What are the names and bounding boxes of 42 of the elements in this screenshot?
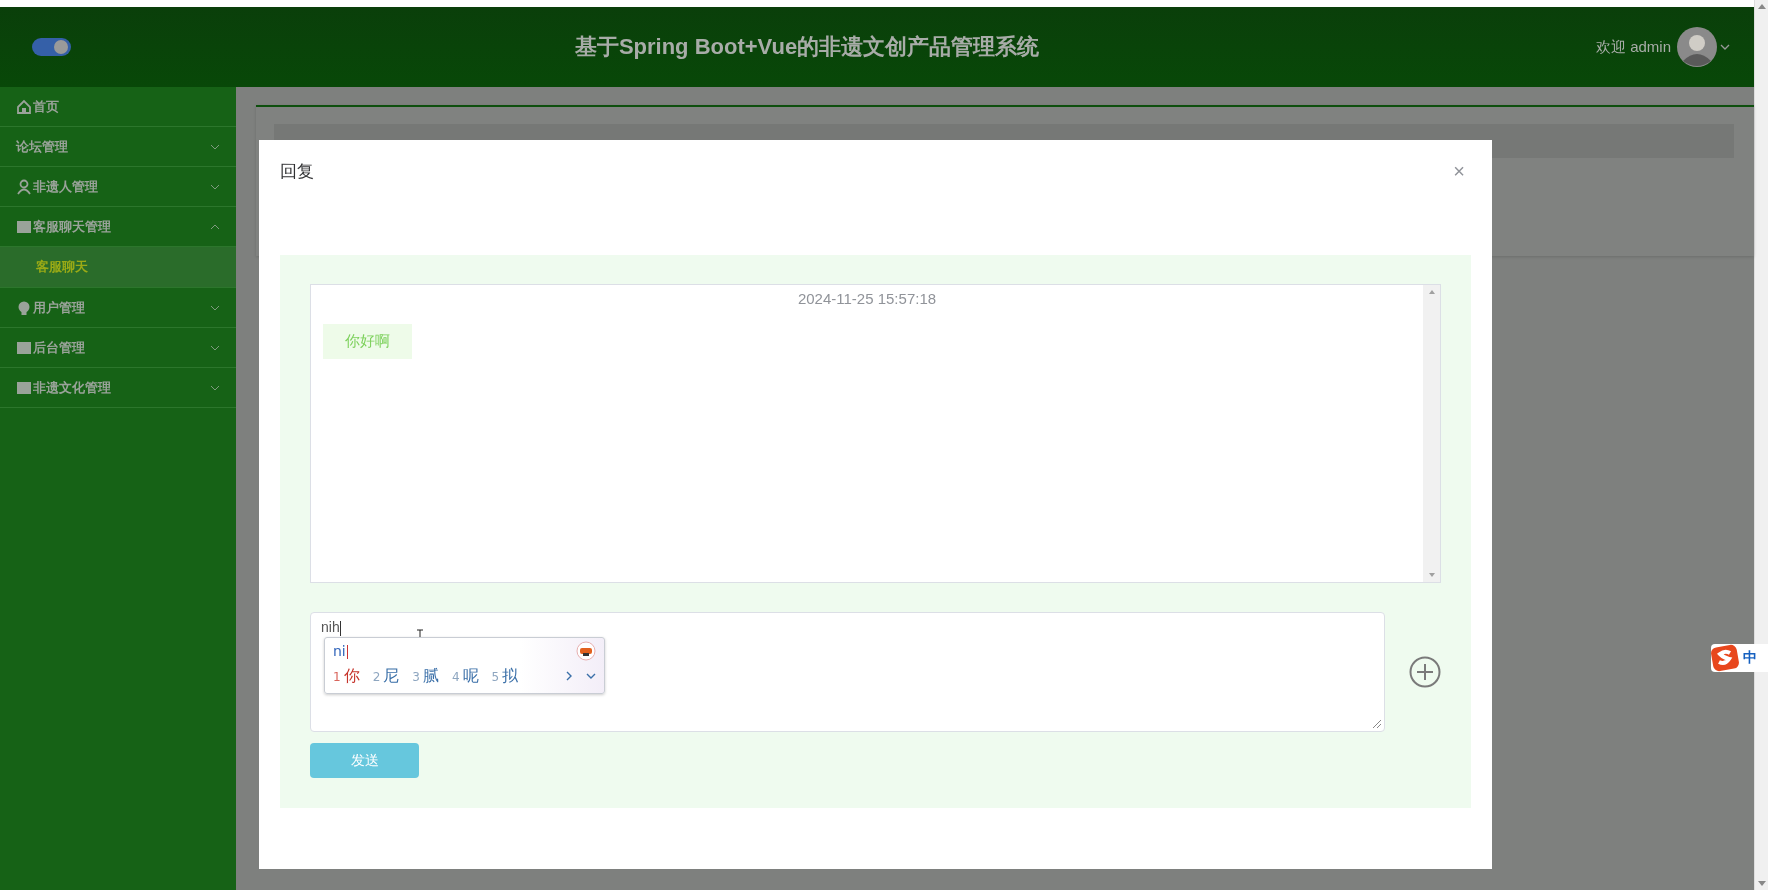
chevron-down-icon[interactable]: [210, 303, 220, 312]
app-title: 基于Spring Boot+Vue的非遗文创产品管理系统: [574, 34, 1040, 59]
chevron-down-icon[interactable]: [210, 142, 220, 151]
chevron-down-icon[interactable]: [1720, 43, 1730, 51]
submenu-item[interactable]: 客服聊天: [0, 247, 236, 288]
menu-item[interactable]: 后台管理: [0, 328, 236, 368]
toggle-switch[interactable]: [32, 37, 71, 57]
menu-item[interactable]: 非遗文化管理: [0, 368, 236, 408]
avatar[interactable]: [1677, 27, 1717, 67]
square-icon: [16, 218, 32, 235]
mascot-icon: [576, 641, 596, 661]
home-icon: [16, 98, 32, 115]
ime-candidate[interactable]: 2 尼: [372, 665, 400, 687]
send-button[interactable]: 发送: [310, 743, 419, 778]
message-input[interactable]: nih ni 1 你 2 尼 3 腻 4 呢 5 拟: [310, 612, 1385, 732]
input-method-icon[interactable]: [1711, 644, 1739, 672]
message-bubble: 你好啊: [323, 324, 412, 359]
square-icon: [16, 379, 32, 396]
chevron-up-icon[interactable]: [210, 222, 220, 231]
greeting-text: 欢迎 admin: [1595, 37, 1671, 57]
person-icon: [16, 178, 32, 195]
add-icon[interactable]: [1409, 656, 1441, 688]
ime-composition: ni: [333, 643, 348, 659]
chevron-down-icon[interactable]: [210, 383, 220, 392]
input-mode-indicator[interactable]: 中: [1743, 649, 1757, 667]
resize-handle-icon[interactable]: [1372, 719, 1382, 729]
bulb-icon: [16, 299, 32, 316]
ime-candidate[interactable]: 1 你: [333, 665, 360, 687]
ime-candidate[interactable]: 3 腻: [412, 665, 439, 687]
scrollbar[interactable]: [1423, 285, 1440, 582]
square-icon: [16, 339, 32, 356]
chevron-down-icon[interactable]: [210, 182, 220, 191]
message-time: 2024-11-25 15:57:18: [796, 289, 938, 309]
next-page-icon[interactable]: [565, 670, 573, 682]
close-button[interactable]: ×: [1453, 159, 1465, 183]
scroll-up-icon[interactable]: [1757, 4, 1766, 9]
ime-candidate[interactable]: 4 呢: [451, 665, 479, 687]
scroll-down-icon[interactable]: [1757, 881, 1766, 886]
dialog-title: 回复: [280, 160, 314, 183]
ime-candidate[interactable]: 5 拟: [491, 665, 519, 687]
chevron-down-icon[interactable]: [210, 343, 220, 352]
expand-icon[interactable]: [586, 672, 596, 680]
